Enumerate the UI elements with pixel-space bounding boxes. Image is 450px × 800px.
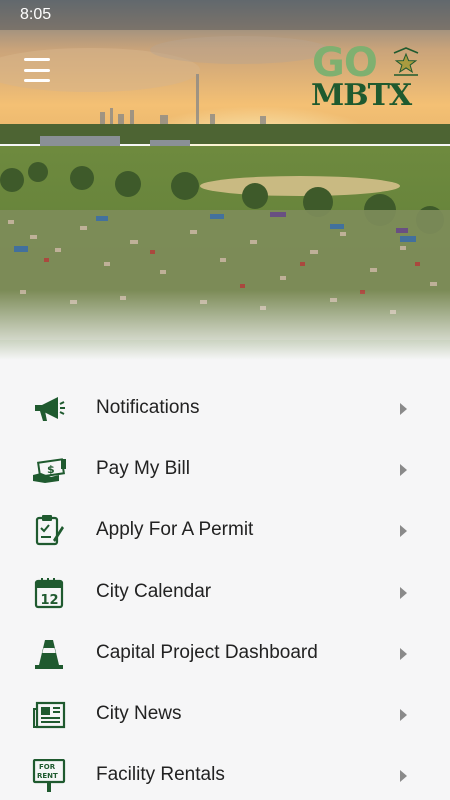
menu-label-pay-my-bill: Pay My Bill [96, 458, 190, 480]
app-logo: GO MBTX [310, 40, 426, 114]
traffic-cone-icon [30, 637, 68, 671]
status-bar: 8:05 [0, 0, 450, 30]
menu-item-pay-my-bill[interactable]: $ Pay My Bill [0, 439, 450, 500]
svg-text:RENT: RENT [37, 772, 58, 780]
svg-text:12: 12 [41, 593, 59, 608]
permit-clipboard-icon [30, 514, 68, 548]
chevron-right-icon [400, 709, 407, 722]
menu-label-facility-rentals: Facility Rentals [96, 764, 225, 786]
star-logo-icon [393, 47, 419, 76]
menu-label-capital-project-dashboard: Capital Project Dashboard [96, 641, 318, 663]
menu-label-city-calendar: City Calendar [96, 580, 212, 602]
chevron-right-icon [400, 770, 407, 783]
svg-text:FOR: FOR [39, 763, 56, 771]
status-time: 8:05 [20, 6, 52, 23]
main-menu: Notifications $ Pay My Bill Apply For A [0, 378, 450, 800]
newspaper-icon [30, 698, 68, 732]
menu-item-city-news[interactable]: City News [0, 684, 450, 745]
hamburger-icon[interactable] [24, 58, 54, 82]
menu-label-notifications: Notifications [96, 396, 200, 418]
chevron-right-icon [400, 647, 407, 660]
menu-item-capital-project-dashboard[interactable]: Capital Project Dashboard [0, 623, 450, 684]
logo-mbtx-text: MBTX [311, 78, 412, 113]
menu-label-city-news: City News [96, 703, 182, 725]
menu-item-notifications[interactable]: Notifications [0, 378, 450, 439]
chevron-right-icon [400, 402, 407, 415]
megaphone-icon [30, 392, 68, 426]
money-hand-icon: $ [30, 453, 68, 487]
hero-banner: 8:05 GO MBTX [0, 0, 450, 360]
chevron-right-icon [400, 525, 407, 538]
menu-item-city-calendar[interactable]: 12 City Calendar [0, 562, 450, 623]
chevron-right-icon [400, 463, 407, 476]
chevron-right-icon [400, 586, 407, 599]
menu-item-apply-permit[interactable]: Apply For A Permit [0, 501, 450, 562]
for-rent-sign-icon: FOR RENT [30, 759, 68, 793]
calendar-icon: 12 [30, 576, 68, 610]
menu-label-apply-permit: Apply For A Permit [96, 519, 254, 541]
menu-item-facility-rentals[interactable]: FOR RENT Facility Rentals [0, 746, 450, 800]
svg-text:$: $ [47, 463, 55, 476]
